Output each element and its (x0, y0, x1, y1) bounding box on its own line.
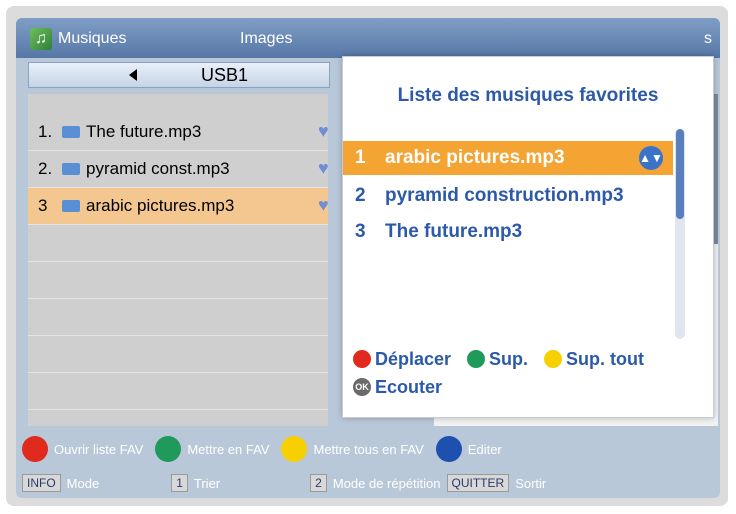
heart-icon: ♥ (318, 121, 329, 141)
tab-partial-right[interactable]: s (704, 26, 712, 52)
music-note-icon: ♫ (30, 28, 52, 50)
yellow-button-icon[interactable] (281, 436, 308, 462)
file-list: 1. The future.mp3 ♥ 2. pyramid const.mp3… (28, 94, 329, 426)
tab-music[interactable]: ♫ Musiques (30, 26, 126, 52)
help-open-fav: Ouvrir liste FAV (54, 441, 144, 457)
heart-icon: ♥ (318, 158, 329, 178)
favorites-title: Liste des musiques favorites (397, 85, 659, 106)
red-button-icon[interactable] (353, 350, 371, 368)
list-item-number: 2. (38, 159, 53, 178)
images-icon (206, 27, 234, 51)
help-quit-label: Sortir (515, 475, 547, 491)
tab-partial-right-label: s (704, 30, 712, 47)
favorite-number: 2 (355, 185, 366, 206)
favorite-number: 3 (355, 221, 366, 242)
favorite-number: 1 (355, 147, 366, 168)
heart-icon: ♥ (318, 195, 329, 215)
help-bar: Ouvrir liste FAV Mettre en FAV Mettre to… (16, 430, 720, 498)
help-set-fav: Mettre en FAV (187, 441, 270, 457)
favorite-item[interactable]: 2 pyramid construction.mp3 (343, 179, 673, 213)
top-tab-bar: ♫ Musiques Images s (16, 18, 720, 58)
favorites-scrollbar[interactable] (675, 129, 685, 339)
help-edit: Editer (467, 441, 502, 457)
sort-key[interactable]: 1 (171, 474, 188, 492)
folder-icon (62, 200, 80, 212)
help-info-label: Mode (66, 475, 100, 491)
listen-label: Ecouter (375, 376, 443, 397)
empty-row (28, 299, 328, 336)
quit-key[interactable]: QUITTER (446, 474, 510, 492)
source-selector[interactable]: USB1 (28, 62, 330, 88)
list-item-number: 1. (38, 122, 53, 141)
move-label: Déplacer (375, 348, 452, 369)
tab-images[interactable]: Images (206, 26, 292, 52)
favorite-name: The future.mp3 (385, 221, 523, 242)
help-set-all-fav: Mettre tous en FAV (313, 441, 424, 457)
favorite-item-selected[interactable]: 1 arabic pictures.mp3 ▲▼ (343, 141, 673, 175)
yellow-button-icon[interactable] (544, 350, 563, 368)
folder-icon (62, 126, 80, 138)
list-item-name: The future.mp3 (86, 122, 202, 141)
ok-button-icon[interactable]: OK (353, 378, 371, 396)
empty-row (28, 225, 328, 262)
list-item-name: pyramid const.mp3 (86, 159, 230, 178)
favorite-item[interactable]: 3 The future.mp3 (343, 215, 673, 249)
list-item[interactable]: 2. pyramid const.mp3 ♥ (28, 151, 329, 188)
favorite-name: pyramid construction.mp3 (385, 185, 624, 206)
empty-row (28, 262, 328, 299)
arrow-left-icon[interactable] (129, 69, 137, 81)
green-button-icon[interactable] (155, 436, 182, 462)
delete-all-label: Sup. tout (566, 348, 645, 369)
delete-label: Sup. (489, 348, 529, 369)
tab-images-label: Images (240, 30, 293, 47)
favorite-name: arabic pictures.mp3 (385, 147, 565, 168)
info-key[interactable]: INFO (22, 474, 61, 492)
blue-button-icon[interactable] (435, 436, 462, 462)
empty-row (28, 373, 328, 410)
help-sort-label: Trier (193, 475, 221, 491)
favorites-dialog: Liste des musiques favorites 1 arabic pi… (342, 56, 714, 418)
list-item[interactable]: 1. The future.mp3 ♥ (28, 114, 329, 151)
tab-music-label: Musiques (58, 30, 127, 47)
favorites-actions: Déplacer Sup. Sup. tout OK Ecouter (353, 345, 713, 401)
list-item-number: 3 (38, 196, 48, 215)
folder-icon (62, 163, 80, 175)
repeat-key[interactable]: 2 (310, 474, 327, 492)
red-button-icon[interactable] (22, 436, 48, 462)
green-button-icon[interactable] (467, 350, 486, 368)
empty-row (28, 336, 328, 373)
scrollbar-thumb[interactable] (676, 129, 684, 219)
list-item-name: arabic pictures.mp3 (86, 196, 235, 215)
help-repeat-label: Mode de répétition (332, 475, 441, 491)
list-item-selected[interactable]: 3 arabic pictures.mp3 ♥ (28, 188, 329, 225)
up-down-icon[interactable]: ▲▼ (639, 146, 663, 170)
source-label: USB1 (201, 64, 249, 85)
media-player-screen: ♫ Musiques Images s USB1 1. The future.m… (16, 18, 720, 498)
